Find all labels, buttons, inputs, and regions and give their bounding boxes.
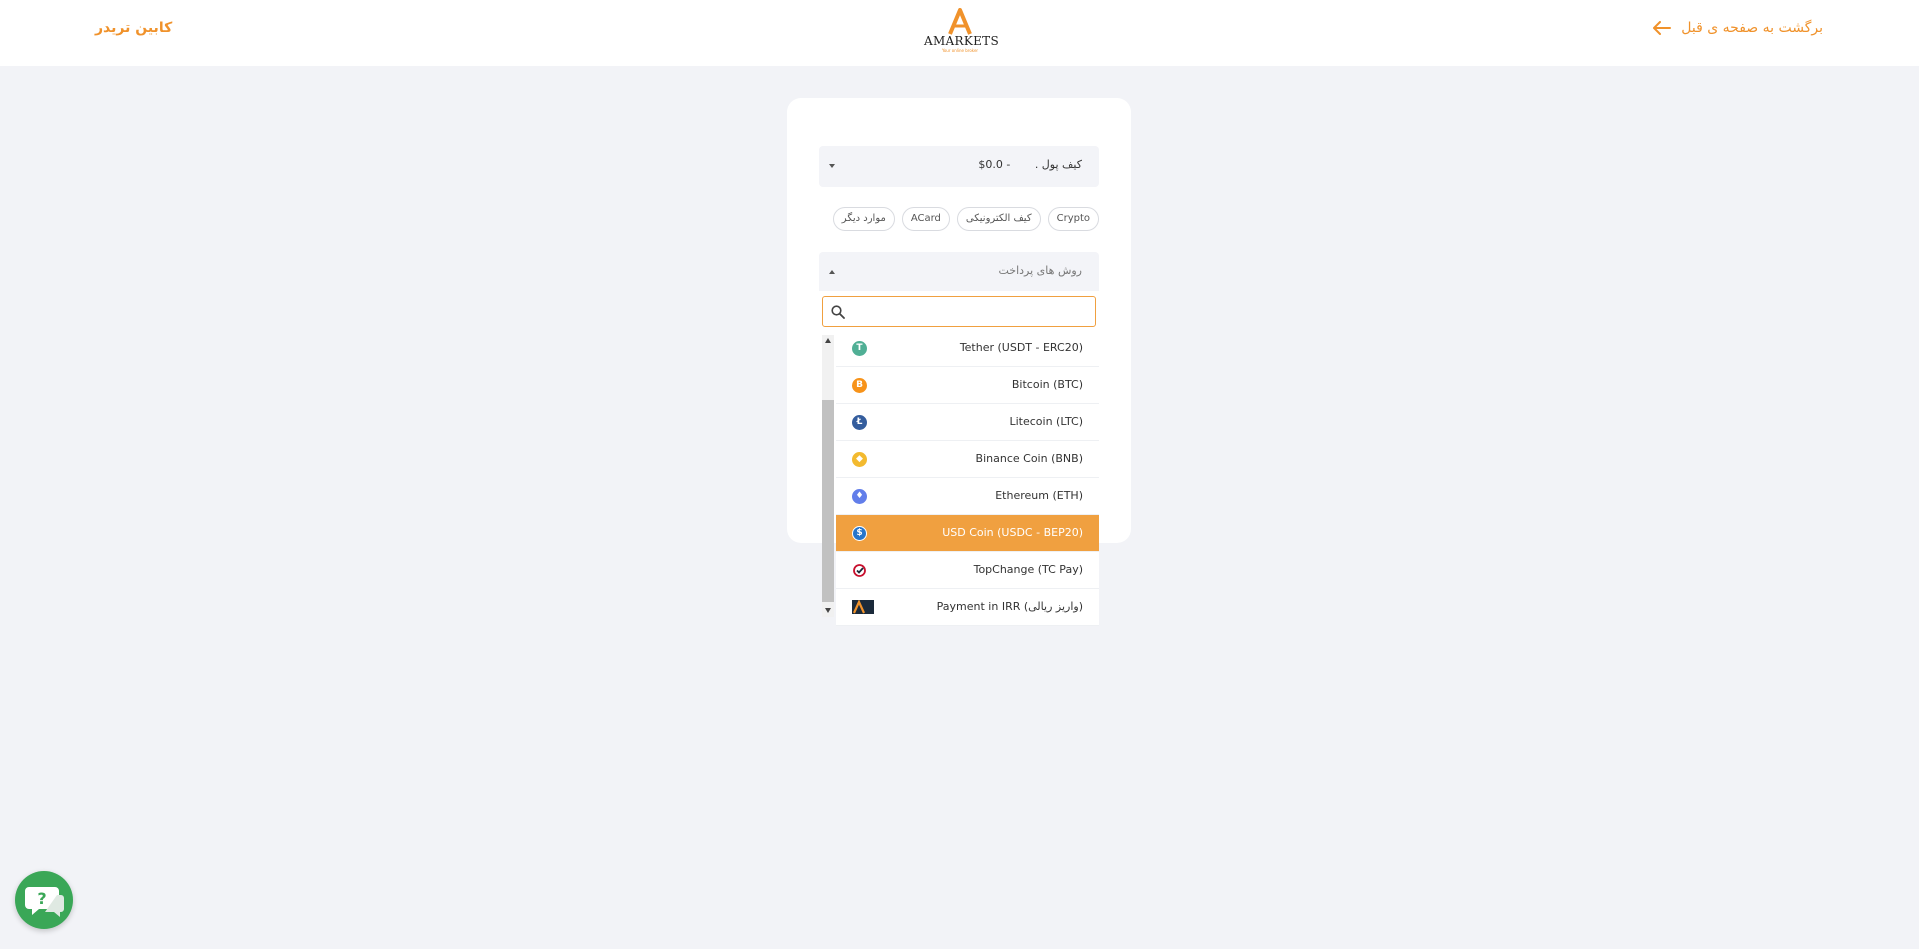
logo-text: AMARKETS [924,34,1000,48]
wallet-select[interactable]: کیف پول . ‌ ‌ ‌ ‌ ‌ ‌ - 0.0$ [819,146,1099,187]
chip-other[interactable]: موارد دیگر [832,207,895,231]
method-search-input[interactable] [851,299,1095,326]
option-label: Ethereum (ETH) [995,489,1083,502]
option-label: Litecoin (LTC) [1009,415,1083,428]
chat-help-icon: ? [25,887,64,917]
caret-down-icon [829,164,835,168]
category-chips: Crypto کیف الکترونیکی ACard موارد دیگر [832,207,1099,231]
scroll-down-icon[interactable] [825,608,831,613]
bitcoin-icon: B [852,378,867,393]
option-label: Tether (USDT - ERC20) [959,341,1083,354]
binance-icon: ◆ [852,452,867,467]
chat-help-button[interactable]: ? [15,871,73,929]
option-litecoin[interactable]: Ł Litecoin (LTC) [836,404,1099,441]
option-irr[interactable]: Payment in IRR (واریز ریالی) [836,589,1099,626]
wallet-select-value: کیف پول . ‌ ‌ ‌ ‌ ‌ ‌ - 0.0$ [978,158,1082,171]
svg-text:?: ? [37,889,46,908]
irr-icon [852,600,874,614]
caret-up-icon [829,270,835,274]
option-label: Payment in IRR (واریز ریالی) [936,600,1083,613]
option-binance[interactable]: ◆ Binance Coin (BNB) [836,441,1099,478]
dropdown-scroll-thumb[interactable] [822,400,834,602]
ethereum-icon: ♦ [852,489,867,504]
option-label: Binance Coin (BNB) [975,452,1083,465]
logo-mark-icon [948,8,972,35]
chip-e-wallet[interactable]: کیف الکترونیکی [956,207,1041,231]
option-bitcoin[interactable]: B Bitcoin (BTC) [836,367,1099,404]
topchange-icon [853,564,866,577]
top-header: برگشت به صفحه ی قبل AMARKETS Your online… [0,0,1919,66]
amarkets-logo[interactable]: AMARKETS Your online broker [924,8,1000,56]
option-label: TopChange (TC Pay) [973,563,1083,576]
payment-method-list: T Tether (USDT - ERC20) B Bitcoin (BTC) … [836,330,1099,626]
option-usdc[interactable]: $ USD Coin (USDC - BEP20) [836,515,1099,552]
option-topchange[interactable]: TopChange (TC Pay) [836,552,1099,589]
usdc-icon: $ [852,526,867,541]
payment-method-select[interactable]: روش های پرداخت [819,252,1099,291]
option-tether[interactable]: T Tether (USDT - ERC20) [836,330,1099,367]
payment-method-placeholder: روش های پرداخت [998,264,1083,277]
tether-icon: T [852,341,867,356]
back-link-label: برگشت به صفحه ی قبل [1681,20,1823,36]
option-ethereum[interactable]: ♦ Ethereum (ETH) [836,478,1099,515]
chip-crypto[interactable]: Crypto [1047,207,1099,231]
option-label: USD Coin (USDC - BEP20) [942,526,1083,539]
trader-cabinet-link[interactable]: کابین تریدر [95,20,172,36]
method-search-box [822,296,1096,327]
chip-acard[interactable]: ACard [901,207,950,231]
arrow-left-icon [1653,21,1672,35]
logo-tagline: Your online broker [941,48,979,53]
search-icon [831,305,845,319]
litecoin-icon: Ł [852,415,867,430]
option-label: Bitcoin (BTC) [1011,378,1083,391]
back-link[interactable]: برگشت به صفحه ی قبل [1653,20,1823,36]
scroll-up-icon[interactable] [825,338,831,343]
